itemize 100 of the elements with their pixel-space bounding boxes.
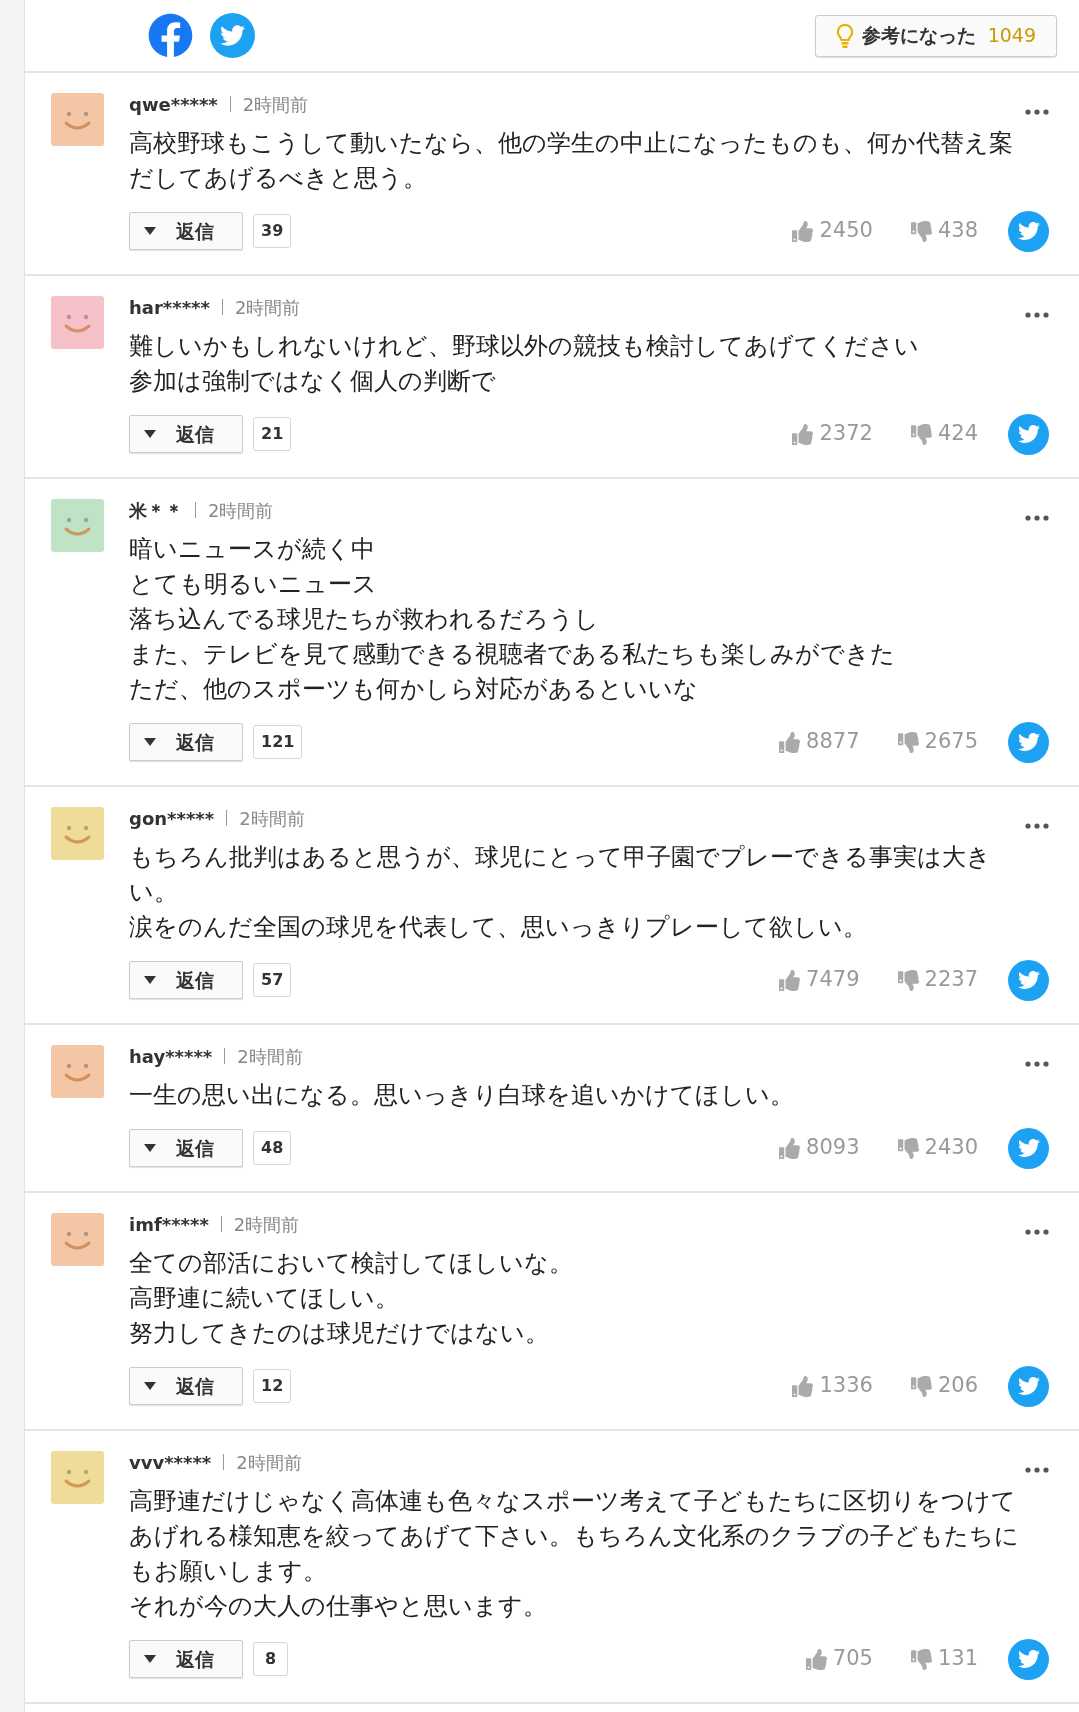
username[interactable]: hay***** [129, 1042, 213, 1070]
bird-icon [1017, 1375, 1040, 1397]
dislike-count: 424 [937, 420, 978, 448]
more-icon[interactable] [1025, 515, 1049, 521]
tweet-button[interactable] [1008, 1365, 1049, 1407]
comment-text: 落ち込んでる球児たちが救われるだろうし [129, 604, 600, 635]
tweet-button[interactable] [1008, 210, 1049, 252]
tweet-button[interactable] [1008, 721, 1049, 763]
username[interactable]: 米＊＊ [129, 496, 183, 524]
reply-count: 57 [253, 963, 292, 997]
tweet-button[interactable] [1008, 1638, 1049, 1680]
bird-icon [1017, 969, 1040, 991]
comment-text: もちろん批判はあると思うが、球児にとって甲子園でプレーできる事実は大き [129, 842, 992, 873]
username[interactable]: vvv***** [129, 1448, 212, 1476]
comment-text: とても明るいニュース [129, 569, 378, 600]
like-count: 1336 [819, 1372, 873, 1400]
tweet-button[interactable] [1008, 413, 1049, 455]
caret-icon [144, 1382, 156, 1390]
dislike-count: 2430 [924, 1134, 978, 1162]
more-icon[interactable] [1025, 1467, 1049, 1473]
comment-text: 高野連だけじゃなく高体連も色々なスポーツ考えて子どもたちに区切りをつけて [129, 1486, 1017, 1517]
thumbs-up-icon[interactable] [779, 1137, 801, 1159]
comment-text: 高野連に続いてほしい。 [129, 1283, 400, 1314]
comment-text: 高校野球もこうして動いたなら、他の学生の中止になったものも、何か代替え案 [129, 128, 1014, 159]
like-count: 8877 [806, 728, 860, 756]
comment-text: もお願いします。 [129, 1556, 328, 1587]
thumbs-up-icon[interactable] [792, 423, 814, 445]
reply-count: 48 [253, 1131, 292, 1165]
reply-count: 8 [253, 1642, 288, 1676]
like-count: 2372 [819, 420, 873, 448]
comment-text: 努力してきたのは球児だけではない。 [129, 1318, 550, 1349]
caret-icon [144, 227, 156, 235]
timestamp: 2時間前 [208, 498, 274, 523]
bird-icon [1017, 1137, 1040, 1159]
thumbs-up-icon[interactable] [779, 731, 801, 753]
more-icon[interactable] [1025, 312, 1049, 318]
dislike-count: 206 [937, 1372, 978, 1400]
reply-button[interactable]: 返信 [129, 723, 243, 761]
more-icon[interactable] [1025, 1229, 1049, 1235]
thumbs-down-icon[interactable] [897, 1137, 919, 1159]
helpful-button[interactable]: 参考になった 1049 [814, 14, 1057, 57]
comment-text: 難しいかもしれないけれど、野球以外の競技も検討してあげてください [129, 331, 920, 362]
bird-icon [1017, 731, 1040, 753]
facebook-icon[interactable] [148, 13, 193, 58]
bird-icon [1017, 1648, 1040, 1670]
comment-text: 涙をのんだ全国の球児を代表して、思いっきりプレーして欲しい。 [129, 912, 868, 943]
more-icon[interactable] [1025, 823, 1049, 829]
timestamp: 2時間前 [234, 295, 301, 320]
timestamp: 2時間前 [233, 1212, 300, 1237]
tweet-button[interactable] [1008, 1127, 1049, 1169]
thumbs-down-icon[interactable] [910, 1375, 932, 1397]
timestamp: 2時間前 [239, 806, 305, 831]
thumbs-down-icon[interactable] [910, 423, 932, 445]
more-icon[interactable] [1025, 109, 1049, 115]
caret-icon [144, 430, 156, 438]
like-count: 8093 [806, 1134, 860, 1162]
timestamp: 2時間前 [237, 1044, 303, 1069]
comment-text: 暗いニュースが続く中 [129, 534, 376, 565]
more-icon[interactable] [1025, 1061, 1049, 1067]
comment-text: 参加は強制ではなく個人の判断で [129, 366, 497, 397]
reply-button[interactable]: 返信 [129, 415, 243, 453]
caret-icon [144, 1144, 156, 1152]
reply-count: 121 [253, 725, 303, 759]
comment-text: い。 [129, 877, 179, 908]
reply-count: 39 [253, 214, 292, 248]
reply-button[interactable]: 返信 [129, 1640, 243, 1678]
timestamp: 2時間前 [236, 1450, 302, 1475]
reply-button[interactable]: 返信 [129, 212, 243, 250]
username[interactable]: imf***** [129, 1210, 209, 1238]
comment-text: だしてあげるべきと思う。 [129, 163, 428, 194]
thumbs-down-icon[interactable] [897, 969, 919, 991]
comment-text: あげれる様知恵を絞ってあげて下さい。もちろん文化系のクラブの子どもたちに [129, 1521, 1020, 1552]
username[interactable]: gon***** [129, 804, 215, 832]
thumbs-down-icon[interactable] [910, 1648, 932, 1670]
username[interactable]: qwe***** [129, 90, 218, 118]
thumbs-up-icon[interactable] [779, 969, 801, 991]
like-count: 7479 [806, 966, 860, 994]
tweet-button[interactable] [1008, 959, 1049, 1001]
caret-icon [144, 1655, 156, 1663]
reply-button[interactable]: 返信 [129, 961, 243, 999]
bird-icon [1017, 220, 1040, 242]
username[interactable]: har***** [129, 293, 210, 321]
thumbs-down-icon[interactable] [910, 220, 932, 242]
like-count: 2450 [819, 217, 873, 245]
thumbs-down-icon[interactable] [897, 731, 919, 753]
reply-count: 12 [253, 1369, 292, 1403]
dislike-count: 438 [937, 217, 978, 245]
reply-button[interactable]: 返信 [129, 1129, 243, 1167]
comment-text: 全ての部活において検討してほしいな。 [129, 1248, 574, 1279]
reply-button[interactable]: 返信 [129, 1367, 243, 1405]
comment-text: それが今の大人の仕事やと思います。 [129, 1591, 548, 1622]
thumbs-up-icon[interactable] [805, 1648, 827, 1670]
bird-icon [1017, 423, 1040, 445]
lightbulb-icon [835, 22, 854, 49]
comment-text: また、テレビを見て感動できる視聴者である私たちも楽しみができた [129, 639, 896, 670]
twitter-button[interactable] [210, 13, 255, 58]
dislike-count: 2237 [924, 966, 978, 994]
thumbs-up-icon[interactable] [792, 220, 814, 242]
reply-count: 21 [253, 417, 292, 451]
thumbs-up-icon[interactable] [792, 1375, 814, 1397]
